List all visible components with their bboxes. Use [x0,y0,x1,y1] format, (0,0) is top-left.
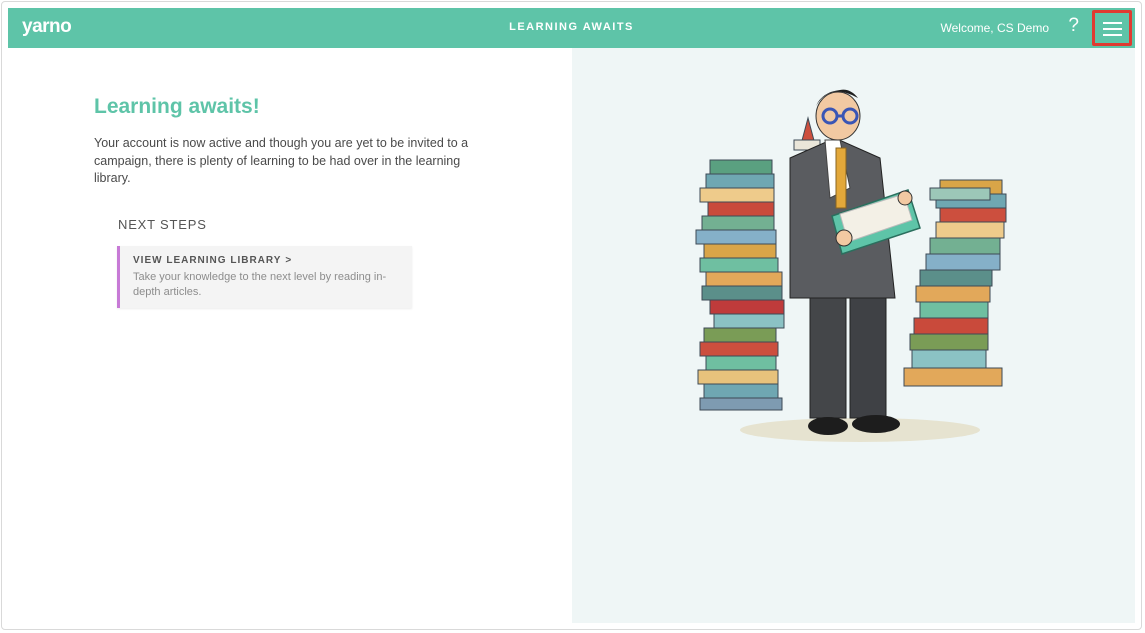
hamburger-menu-button[interactable] [1092,10,1132,46]
man-reading-book-illustration [695,89,1007,442]
view-learning-library-card[interactable]: VIEW LEARNING LIBRARY > Take your knowled… [117,246,412,308]
rocket-icon [793,116,821,151]
hamburger-menu-icon [1103,21,1122,37]
page-heading: Learning awaits! [94,95,260,118]
help-icon[interactable]: ? [1068,15,1079,37]
intro-paragraph: Your account is now active and though yo… [94,136,469,185]
welcome-user-text: Welcome, CS Demo [940,21,1049,35]
card-title-text: VIEW LEARNING LIBRARY [133,255,282,266]
chevron-right-icon: > [285,255,293,266]
card-description: Take your knowledge to the next level by… [133,271,387,298]
left-book-stack [695,159,785,411]
card-title[interactable]: VIEW LEARNING LIBRARY > [133,255,292,266]
right-book-stack [903,179,1007,387]
next-steps-label: NEXT STEPS [118,217,207,232]
top-bar: yarno LEARNING AWAITS Welcome, CS Demo ? [8,8,1135,48]
